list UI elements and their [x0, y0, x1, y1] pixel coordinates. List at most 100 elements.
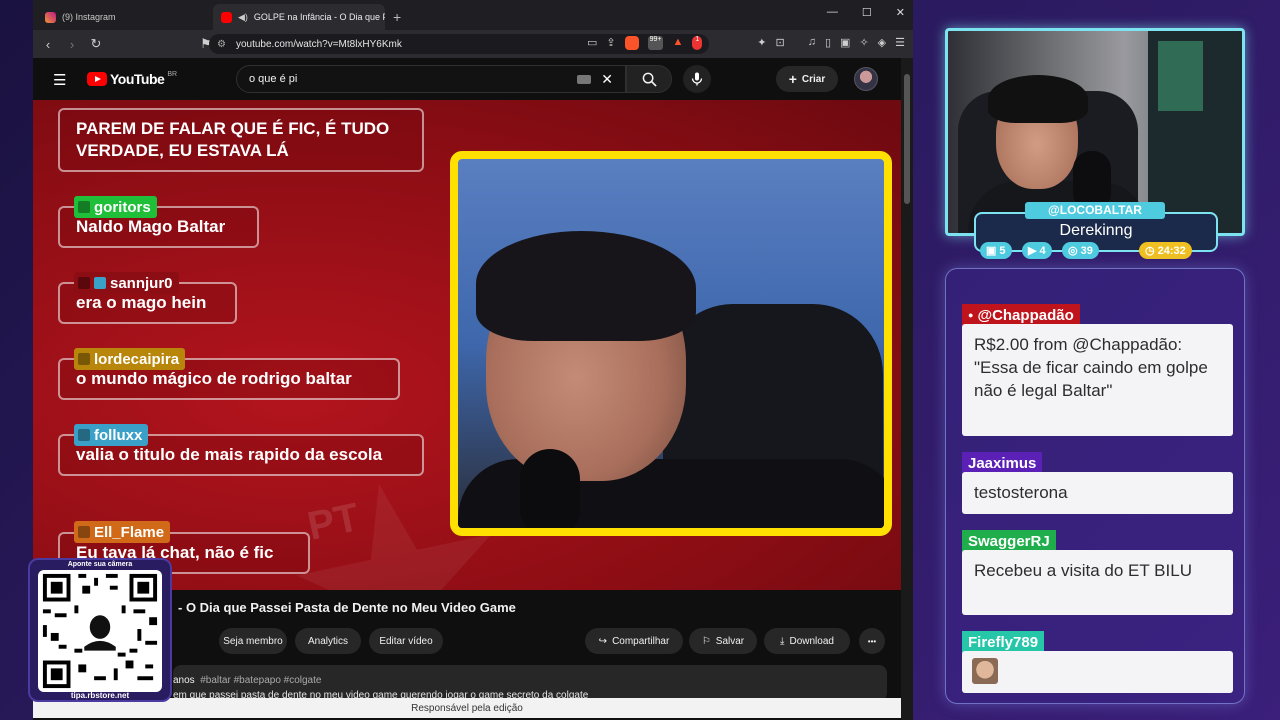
forward-button[interactable]: › [65, 37, 79, 52]
stream-uptime: ◷ 24:32 [1139, 242, 1192, 259]
save-button[interactable]: ⚐ Salvar [689, 628, 757, 654]
username-text: sannjur0 [110, 274, 173, 292]
tab-bar: (9) Instagram ◀) GOLPE na Infância - O D… [33, 0, 913, 30]
username-text: Jaaximus [968, 454, 1037, 472]
video-chat-text: valia o titulo de mais rapido da escola [76, 445, 383, 464]
create-label: Criar [801, 73, 826, 85]
stat-value: 5 [999, 244, 1006, 257]
chat-message: R$2.00 from @Chappadão: "Essa de ficar c… [962, 324, 1233, 436]
create-button[interactable]: + Criar [776, 66, 838, 92]
keyboard-icon[interactable] [577, 74, 592, 84]
search-input[interactable]: o que é pi ✕ [236, 65, 626, 93]
button-label: Salvar [715, 635, 745, 647]
bookmark-save-icon: ⚐ [701, 635, 711, 647]
new-tab-button[interactable]: + [393, 4, 401, 30]
url-text: youtube.com/watch?v=Mt8lxHY6Kmk [235, 38, 402, 50]
chat-message [962, 651, 1233, 693]
youtube-header: ☰ YouTube BR o que é pi ✕ + Criar [33, 58, 901, 100]
laughing-emote-icon [972, 658, 998, 684]
stat-value: 24:32 [1157, 244, 1186, 257]
video-title: - O Dia que Passei Pasta de Dente no Meu… [178, 600, 516, 615]
tab-label: (9) Instagram [62, 12, 116, 22]
button-label: Analytics [307, 635, 348, 647]
microphone [520, 449, 580, 528]
tab-label: GOLPE na Infância - O Dia que Pas... [253, 12, 385, 22]
background-screen [1158, 41, 1203, 111]
share-icon[interactable]: ⇪ [606, 36, 615, 50]
alert-badge: 1 [692, 36, 703, 50]
chat-message: testosterona [962, 472, 1233, 514]
avatar[interactable] [854, 67, 878, 91]
clock-icon: ◷ [1145, 245, 1155, 257]
button-label: Download [789, 635, 834, 647]
page-scrollbar[interactable] [901, 58, 913, 720]
search-button[interactable] [626, 65, 672, 93]
button-label: Compartilhar [612, 635, 670, 647]
brave-shields-icon[interactable] [624, 36, 639, 50]
hamburger-menu-icon[interactable]: ☰ [53, 71, 66, 89]
site-settings-icon[interactable]: ⚙ [217, 39, 226, 50]
download-button[interactable]: ⤓ Download [764, 628, 850, 654]
scrollbar-thumb[interactable] [904, 74, 910, 204]
leo-ai-icon[interactable]: ✧ [859, 36, 868, 50]
youtube-icon: ▶ [1028, 245, 1037, 257]
badge-icon [78, 353, 90, 365]
qr-caption-top: Aponte sua câmera [67, 561, 133, 568]
username-text: SwaggerRJ [968, 532, 1050, 550]
logo-text: YouTube [110, 71, 165, 87]
wallet-icon[interactable]: ▣ [840, 36, 850, 50]
reload-button[interactable]: ↻ [89, 36, 103, 52]
brave-rewards-icon[interactable]: ▲ [672, 36, 683, 50]
qr-caption-bottom: tipa.rbstore.net [70, 691, 130, 700]
region-code: BR [167, 71, 178, 78]
button-label: Editar vídeo [379, 635, 433, 647]
crown-icon [94, 277, 106, 289]
instagram-icon [45, 11, 56, 23]
video-chat-username: folluxx [74, 424, 149, 446]
plus-icon: + [788, 71, 797, 87]
analytics-button[interactable]: Analytics [295, 628, 361, 654]
description-meta: anos #baltar #batepapo #colgate [173, 675, 321, 686]
video-chat-text: era o mago hein [76, 293, 207, 312]
chat-message-text: testosterona [974, 483, 1068, 502]
clear-search-icon[interactable]: ✕ [601, 71, 613, 88]
chat-message: Recebeu a visita do ET BILU [962, 550, 1233, 615]
qr-code-panel: Aponte sua câmera tipa.rbstore.net [28, 558, 172, 702]
badge-icon: ● [968, 310, 974, 320]
join-member-button[interactable]: Seja membro [219, 628, 287, 654]
youtube-logo[interactable]: YouTube BR [87, 71, 177, 87]
minimize-button[interactable]: — [827, 6, 838, 19]
shields-count-badge: 99+ [647, 36, 664, 50]
menu-icon[interactable]: ☰ [895, 36, 905, 50]
extensions-icon[interactable]: ✦ [757, 36, 766, 50]
close-window-button[interactable]: ✕ [896, 6, 905, 19]
chat-message-text: R$2.00 from @Chappadão: "Essa de ficar c… [974, 335, 1208, 400]
video-player[interactable]: ★ PT PAREM DE FALAR QUE É FIC, É TUDO VE… [33, 100, 901, 590]
voice-search-button[interactable] [683, 65, 711, 93]
vpn-icon[interactable]: ◈ [878, 36, 886, 50]
media-icon[interactable]: ♫ [808, 36, 816, 50]
hashtags[interactable]: #baltar #batepapo #colgate [200, 675, 321, 686]
chat-message-text: Recebeu a visita do ET BILU [974, 561, 1192, 580]
share-arrow-icon: ↪ [598, 635, 608, 647]
video-chat-username: lordecaipira [74, 348, 186, 370]
share-button[interactable]: ↪ Compartilhar [585, 628, 683, 654]
streamer-handle: @LOCOBALTAR [1025, 202, 1165, 219]
tab-youtube[interactable]: ◀) GOLPE na Infância - O Dia que Pas... … [213, 4, 385, 30]
screenshot-icon[interactable]: ⊡ [776, 36, 785, 50]
button-label: Seja membro [223, 635, 283, 647]
back-button[interactable]: ‹ [41, 37, 55, 52]
video-chat-text: Naldo Mago Baltar [76, 217, 226, 236]
cast-icon[interactable]: ▭ [587, 36, 597, 50]
more-actions-button[interactable]: ••• [859, 628, 885, 654]
edit-video-button[interactable]: Editar vídeo [369, 628, 443, 654]
description-box[interactable]: anos #baltar #batepapo #colgate em que p… [173, 665, 887, 701]
viewer-stat-kick: ◎ 39 [1062, 242, 1099, 259]
video-chat-message: PAREM DE FALAR QUE É FIC, É TUDO VERDADE… [58, 108, 424, 172]
search-icon [642, 72, 657, 87]
tab-instagram[interactable]: (9) Instagram [37, 4, 209, 30]
badge-icon [78, 526, 90, 538]
maximize-button[interactable]: ☐ [862, 6, 872, 19]
sidebar-icon[interactable]: ▯ [825, 36, 831, 50]
youtube-play-icon [87, 72, 107, 86]
